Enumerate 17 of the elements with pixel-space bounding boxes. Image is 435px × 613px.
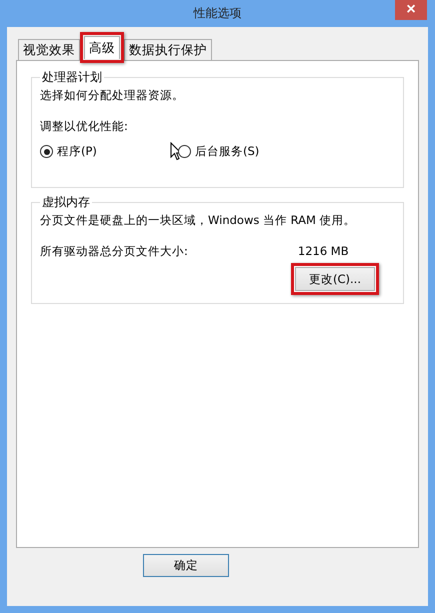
change-button[interactable]: 更改(C)... <box>295 267 375 291</box>
close-button[interactable]: × <box>395 0 427 20</box>
radio-button[interactable]: 后台服务(S) <box>178 144 260 159</box>
tab[interactable]: 视觉效果 <box>18 39 80 60</box>
size-value: 1216 MB <box>298 244 349 259</box>
cursor-icon <box>170 142 182 161</box>
description-text: 选择如何分配处理器资源。 <box>40 88 185 103</box>
radio-button[interactable]: 程序(P) <box>40 144 97 159</box>
prompt-text: 调整以优化性能: <box>40 119 129 134</box>
window-title: 性能选项 <box>194 5 242 22</box>
tab[interactable]: 数据执行保护 <box>124 39 212 60</box>
size-label: 所有驱动器总分页文件大小: <box>40 244 188 259</box>
group-title: 处理器计划 <box>41 69 103 86</box>
group-title: 虚拟内存 <box>41 194 91 211</box>
ok-button[interactable]: 确定 <box>143 554 229 577</box>
description-text: 分页文件是硬盘上的一块区域，Windows 当作 RAM 使用。 <box>40 213 357 228</box>
tab[interactable]: 高级 <box>84 36 120 59</box>
